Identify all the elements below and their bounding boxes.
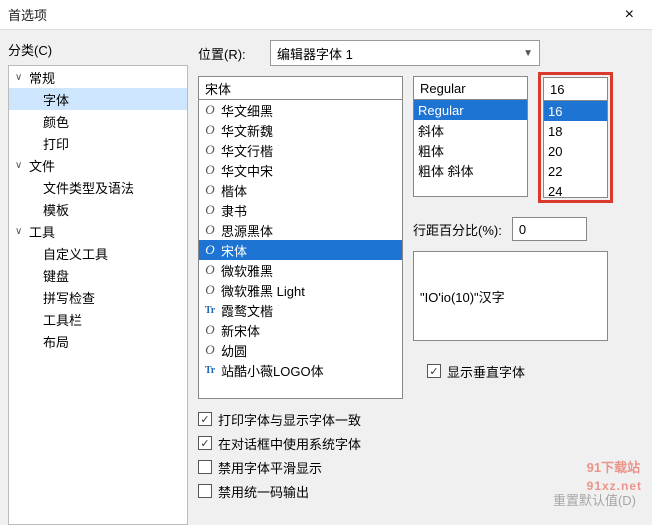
chevron-down-icon: ∨ — [15, 72, 29, 83]
size-column: 16 1618202224 — [538, 72, 613, 203]
chevron-down-icon: ∨ — [15, 160, 29, 171]
style-listbox[interactable]: Regular斜体粗体粗体 斜体 — [413, 99, 528, 197]
truetype-icon: Tr — [203, 305, 217, 316]
list-item[interactable]: O微软雅黑 — [199, 260, 402, 280]
tree-item[interactable]: 打印 — [9, 132, 187, 154]
font-listbox[interactable]: O华文细黑O华文新魏O华文行楷O华文中宋O楷体O隶书O思源黑体O宋体O微软雅黑O… — [198, 99, 403, 399]
location-label: 位置(R): — [198, 44, 256, 63]
checkbox[interactable] — [198, 460, 212, 474]
location-value: 编辑器字体 1 — [277, 44, 353, 63]
opentype-icon: O — [203, 102, 217, 118]
style-input[interactable]: Regular — [413, 76, 528, 100]
checkbox-label: 显示垂直字体 — [447, 362, 525, 381]
list-item[interactable]: O幼圆 — [199, 340, 402, 360]
checkbox-label: 在对话框中使用系统字体 — [218, 434, 361, 453]
category-tree[interactable]: ∨常规字体颜色打印∨文件文件类型及语法模板∨工具自定义工具键盘拼写检查工具栏布局 — [8, 65, 188, 525]
checkbox[interactable] — [198, 484, 212, 498]
list-item[interactable]: O新宋体 — [199, 320, 402, 340]
right-column: Regular Regular斜体粗体粗体 斜体 16 1618202224 行… — [413, 76, 613, 503]
list-item[interactable]: 20 — [544, 141, 607, 161]
list-item[interactable]: O华文新魏 — [199, 120, 402, 140]
checkbox-label: 打印字体与显示字体一致 — [218, 410, 361, 429]
opentype-icon: O — [203, 182, 217, 198]
reset-defaults-button[interactable]: 重置默认值(D) — [553, 490, 636, 509]
style-column: Regular Regular斜体粗体粗体 斜体 — [413, 76, 528, 203]
category-sidebar: 分类(C) ∨常规字体颜色打印∨文件文件类型及语法模板∨工具自定义工具键盘拼写检… — [8, 40, 188, 513]
tree-group[interactable]: ∨工具 — [9, 220, 187, 242]
list-item[interactable]: 斜体 — [414, 120, 527, 140]
close-icon[interactable]: × — [615, 6, 644, 24]
list-item[interactable]: 18 — [544, 121, 607, 141]
checkbox[interactable] — [198, 412, 212, 426]
checkbox-row[interactable]: 在对话框中使用系统字体 — [198, 431, 403, 455]
opentype-icon: O — [203, 202, 217, 218]
list-item[interactable]: O宋体 — [199, 240, 402, 260]
tree-item[interactable]: 模板 — [9, 198, 187, 220]
list-item[interactable]: O隶书 — [199, 200, 402, 220]
list-item[interactable]: O楷体 — [199, 180, 402, 200]
category-label: 分类(C) — [8, 40, 188, 59]
opentype-icon: O — [203, 122, 217, 138]
list-item[interactable]: O思源黑体 — [199, 220, 402, 240]
checkbox-row[interactable]: 禁用统一码输出 — [198, 479, 403, 503]
window-title: 首选项 — [8, 5, 615, 24]
line-spacing-label: 行距百分比(%): — [413, 220, 502, 239]
location-row: 位置(R): 编辑器字体 1 ▼ — [198, 40, 644, 66]
list-item[interactable]: 24 — [544, 181, 607, 198]
dialog-content: 分类(C) ∨常规字体颜色打印∨文件文件类型及语法模板∨工具自定义工具键盘拼写检… — [0, 30, 652, 523]
tree-item[interactable]: 自定义工具 — [9, 242, 187, 264]
list-item[interactable]: O华文行楷 — [199, 140, 402, 160]
list-item[interactable]: Regular — [414, 100, 527, 120]
list-item[interactable]: 16 — [544, 101, 607, 121]
tree-item[interactable]: 拼写检查 — [9, 286, 187, 308]
opentype-icon: O — [203, 242, 217, 258]
checkbox-row[interactable]: 显示垂直字体 — [427, 359, 613, 383]
main-panel: 位置(R): 编辑器字体 1 ▼ 宋体 O华文细黑O华文新魏O华文行楷O华文中宋… — [198, 40, 644, 513]
list-item[interactable]: 粗体 斜体 — [414, 160, 527, 180]
checkbox[interactable] — [198, 436, 212, 450]
tree-item[interactable]: 布局 — [9, 330, 187, 352]
tree-group[interactable]: ∨文件 — [9, 154, 187, 176]
opentype-icon: O — [203, 342, 217, 358]
list-item[interactable]: O华文细黑 — [199, 100, 402, 120]
list-item[interactable]: O华文中宋 — [199, 160, 402, 180]
checkbox[interactable] — [427, 364, 441, 378]
titlebar: 首选项 × — [0, 0, 652, 30]
opentype-icon: O — [203, 322, 217, 338]
font-name-input[interactable]: 宋体 — [198, 76, 403, 100]
checkbox-label: 禁用字体平滑显示 — [218, 458, 322, 477]
tree-item[interactable]: 颜色 — [9, 110, 187, 132]
opentype-icon: O — [203, 282, 217, 298]
tree-group[interactable]: ∨常规 — [9, 66, 187, 88]
size-input[interactable]: 16 — [543, 77, 608, 101]
line-spacing-input[interactable]: 0 — [512, 217, 587, 241]
list-item[interactable]: Tr霞鹜文楷 — [199, 300, 402, 320]
font-preview: "IO'io(10)"汉字 — [413, 251, 608, 341]
chevron-down-icon: ∨ — [15, 226, 29, 237]
line-spacing-row: 行距百分比(%): 0 — [413, 217, 613, 241]
checkbox-row[interactable]: 禁用字体平滑显示 — [198, 455, 403, 479]
chevron-down-icon: ▼ — [523, 48, 533, 59]
vertical-font-checks: 显示垂直字体 — [427, 359, 613, 383]
list-item[interactable]: Tr站酷小薇LOGO体 — [199, 360, 402, 380]
tree-item[interactable]: 文件类型及语法 — [9, 176, 187, 198]
tree-item[interactable]: 工具栏 — [9, 308, 187, 330]
checkbox-row[interactable]: 打印字体与显示字体一致 — [198, 407, 403, 431]
font-area: 宋体 O华文细黑O华文新魏O华文行楷O华文中宋O楷体O隶书O思源黑体O宋体O微软… — [198, 76, 644, 503]
opentype-icon: O — [203, 142, 217, 158]
size-listbox[interactable]: 1618202224 — [543, 100, 608, 198]
list-item[interactable]: 22 — [544, 161, 607, 181]
opentype-icon: O — [203, 262, 217, 278]
location-select[interactable]: 编辑器字体 1 ▼ — [270, 40, 540, 66]
font-options-checks: 打印字体与显示字体一致在对话框中使用系统字体禁用字体平滑显示禁用统一码输出 — [198, 407, 403, 503]
truetype-icon: Tr — [203, 365, 217, 376]
tree-item[interactable]: 字体 — [9, 88, 187, 110]
opentype-icon: O — [203, 162, 217, 178]
list-item[interactable]: O微软雅黑 Light — [199, 280, 402, 300]
tree-item[interactable]: 键盘 — [9, 264, 187, 286]
opentype-icon: O — [203, 222, 217, 238]
checkbox-label: 禁用统一码输出 — [218, 482, 309, 501]
list-item[interactable]: 粗体 — [414, 140, 527, 160]
font-column: 宋体 O华文细黑O华文新魏O华文行楷O华文中宋O楷体O隶书O思源黑体O宋体O微软… — [198, 76, 403, 503]
